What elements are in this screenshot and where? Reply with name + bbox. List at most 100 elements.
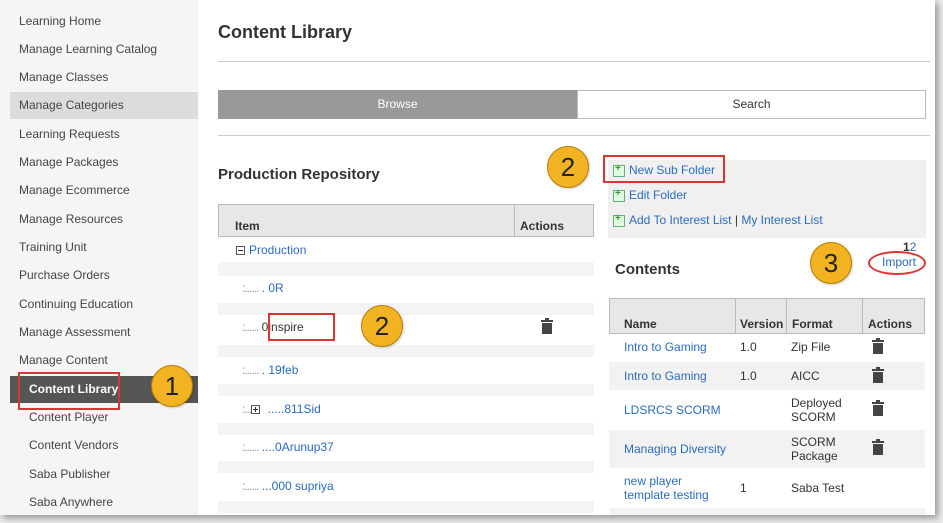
column-divider — [786, 298, 787, 334]
content-name-link[interactable]: new player template testing — [624, 474, 724, 502]
tree-node-label: ....0Arunup37 — [258, 440, 334, 454]
table-row: LDSRCS SCORM Deployed SCORM — [609, 390, 925, 430]
highlight-box — [268, 313, 335, 341]
row-stripe — [218, 461, 594, 473]
content-format: SCORM Package — [791, 435, 838, 463]
step-callout: 2 — [361, 305, 403, 347]
sidebar-item-saba-publisher[interactable]: Saba Publisher — [10, 461, 198, 488]
edit-folder-icon — [613, 188, 625, 202]
repository-title: Production Repository — [218, 166, 380, 183]
title-divider — [218, 61, 930, 62]
column-header-format: Format — [792, 317, 833, 331]
table-row — [609, 508, 925, 515]
step-callout: 1 — [151, 365, 193, 407]
content-format: AICC — [791, 369, 820, 383]
tree-node-0arunup37[interactable]: :...... ....0Arunup37 — [242, 440, 334, 454]
edit-folder-label: Edit Folder — [629, 188, 688, 202]
tabs-divider — [218, 135, 930, 136]
content-name-link[interactable]: Intro to Gaming — [624, 369, 707, 383]
sidebar-item-training-unit[interactable]: Training Unit — [10, 234, 198, 261]
trash-icon[interactable] — [872, 400, 884, 416]
add-to-interest-list-link[interactable]: Add To Interest List — [629, 213, 732, 227]
tree-connector: :... — [242, 402, 252, 416]
sidebar-item-manage-learning-catalog[interactable]: Manage Learning Catalog — [10, 36, 198, 63]
sidebar-item-continuing-education[interactable]: Continuing Education — [10, 291, 198, 318]
tree-connector: :...... — [242, 363, 259, 377]
step-callout: 2 — [547, 146, 589, 188]
table-row: Managing Diversity SCORM Package — [609, 430, 925, 468]
content-format: Zip File — [791, 340, 831, 354]
my-interest-list-link[interactable]: My Interest List — [741, 213, 822, 227]
trash-icon[interactable] — [872, 367, 884, 383]
highlight-box — [603, 155, 725, 183]
collapse-icon[interactable] — [236, 246, 245, 256]
tree-node-production[interactable]: Production — [236, 243, 306, 257]
content-version: 1.0 — [740, 369, 757, 383]
content-format: Saba Test — [791, 481, 845, 495]
interest-icon — [613, 213, 625, 227]
row-stripe — [218, 501, 594, 513]
trash-icon[interactable] — [541, 318, 553, 334]
sidebar-item-learning-home[interactable]: Learning Home — [10, 8, 198, 35]
table-row: Intro to Gaming 1.0 Zip File — [609, 334, 925, 362]
sidebar: Learning Home Manage Learning Catalog Ma… — [0, 0, 198, 515]
tab-search[interactable]: Search — [577, 90, 926, 119]
contents-table-header: Name Version Format Actions — [609, 298, 925, 334]
column-header-actions: Actions — [520, 219, 565, 233]
column-divider — [735, 298, 736, 334]
edit-folder-link[interactable]: Edit Folder — [613, 188, 687, 202]
content-version: 1.0 — [740, 340, 757, 354]
table-row: new player template testing 1 Saba Test — [609, 468, 925, 508]
row-stripe — [218, 345, 594, 357]
sidebar-item-manage-packages[interactable]: Manage Packages — [10, 149, 198, 176]
sidebar-item-content-vendors[interactable]: Content Vendors — [10, 432, 198, 459]
sidebar-item-manage-assessment[interactable]: Manage Assessment — [10, 319, 198, 346]
sidebar-item-purchase-orders[interactable]: Purchase Orders — [10, 262, 198, 289]
tree-connector: :...... — [242, 281, 259, 295]
content-name-link[interactable]: Managing Diversity — [624, 442, 726, 456]
row-stripe — [218, 423, 594, 435]
sidebar-item-manage-resources[interactable]: Manage Resources — [10, 206, 198, 233]
interest-links: Add To Interest List | My Interest List — [613, 213, 823, 227]
row-stripe — [218, 384, 594, 396]
tree-node-label: ...000 supriya — [258, 479, 334, 493]
sidebar-item-manage-ecommerce[interactable]: Manage Ecommerce — [10, 177, 198, 204]
tree-connector: :...... — [242, 479, 259, 493]
row-stripe — [218, 262, 594, 276]
tree-node-label: .....811Sid — [264, 402, 321, 416]
sidebar-item-learning-requests[interactable]: Learning Requests — [10, 121, 198, 148]
app-frame: Learning Home Manage Learning Catalog Ma… — [0, 0, 935, 515]
tree-connector: :...... — [242, 320, 259, 334]
column-header-name: Name — [624, 317, 657, 331]
contents-title: Contents — [615, 261, 680, 278]
column-header-version: Version — [740, 317, 784, 331]
content-name-link[interactable]: Intro to Gaming — [624, 340, 707, 354]
column-header-item: Item — [235, 219, 260, 233]
repository-table-header: Item Actions — [218, 204, 594, 237]
highlight-ring — [868, 251, 926, 275]
tree-node-0r[interactable]: :...... . 0R — [242, 281, 284, 295]
page-title: Content Library — [218, 22, 353, 42]
tree-node-811sid[interactable]: :... .....811Sid — [242, 402, 321, 416]
sidebar-item-saba-anywhere[interactable]: Saba Anywhere — [10, 489, 198, 515]
table-row: Intro to Gaming 1.0 AICC — [609, 362, 925, 390]
link-separator: | — [734, 213, 738, 227]
view-tabs: Browse Search — [218, 90, 926, 119]
tree-node-supriya[interactable]: :...... ...000 supriya — [242, 479, 334, 493]
trash-icon[interactable] — [872, 439, 884, 455]
content-format: Deployed SCORM — [791, 396, 842, 424]
tab-browse[interactable]: Browse — [218, 90, 577, 119]
tree-node-label: . 19feb — [258, 363, 299, 377]
content-name-link[interactable]: LDSRCS SCORM — [624, 403, 721, 417]
content-version: 1 — [740, 481, 747, 495]
column-divider — [862, 298, 863, 334]
highlight-box — [18, 372, 120, 410]
expand-icon[interactable] — [251, 405, 261, 415]
tree-node-label: . 0R — [258, 281, 284, 295]
tree-node-label: Production — [249, 243, 307, 257]
sidebar-item-manage-categories[interactable]: Manage Categories — [10, 92, 198, 119]
sidebar-item-manage-classes[interactable]: Manage Classes — [10, 64, 198, 91]
column-divider — [514, 204, 515, 237]
trash-icon[interactable] — [872, 338, 884, 354]
tree-node-19feb[interactable]: :...... . 19feb — [242, 363, 298, 377]
